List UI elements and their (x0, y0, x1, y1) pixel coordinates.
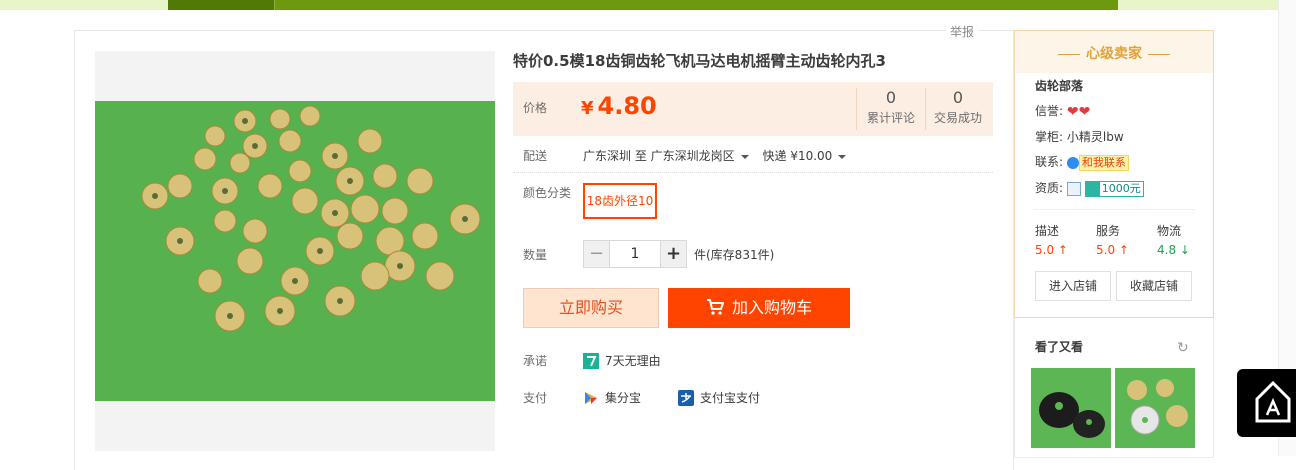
credit-label: 信誉: (1035, 104, 1064, 118)
promise-text: 7天无理由 (605, 354, 661, 368)
qualification-row: 资质: 1000元 (1035, 179, 1144, 197)
price-label: 价格 (523, 101, 548, 115)
shop-name[interactable]: 齿轮部落 (1035, 77, 1083, 94)
shipping-label: 配送 (523, 149, 548, 163)
review-count-number: 0 (885, 88, 897, 107)
seller-card: 心级卖家 齿轮部落 信誉: ❤❤ 掌柜: 小精灵lbw 联系: 和我联系 资质:… (1014, 30, 1214, 318)
report-link[interactable]: 举报 (946, 23, 979, 40)
ship-to-select[interactable]: 广东深圳龙岗区 (651, 149, 759, 163)
sku-option-selected[interactable]: 18齿外径10 (583, 183, 657, 219)
chevron-down-icon (740, 154, 749, 159)
pay-method-name: 支付宝支付 (700, 391, 761, 405)
score-value: 5.0 ↑ (1096, 243, 1129, 257)
arrow-down-icon: ↓ (1179, 243, 1190, 257)
enter-shop-button[interactable]: 进入店铺 (1035, 271, 1111, 301)
buy-now-button[interactable]: 立即购买 (523, 288, 659, 328)
sales-count-number: 0 (952, 88, 964, 107)
ship-to-text: 广东深圳龙岗区 (650, 149, 735, 163)
add-to-cart-button[interactable]: 加入购物车 (668, 288, 850, 328)
favorite-shop-button[interactable]: 收藏店铺 (1116, 271, 1192, 301)
quantity-label: 数量 (523, 248, 548, 262)
ship-fee-text: 快递 ¥10.00 (762, 149, 833, 163)
sales-count[interactable]: 0 交易成功 (924, 88, 992, 126)
seller-level-text: 心级卖家 (1086, 46, 1142, 62)
jifenbao-icon (585, 391, 597, 404)
seller-divider (1035, 209, 1195, 210)
score-logistics: 物流 4.8 ↓ (1157, 222, 1207, 257)
qualification-label: 资质: (1035, 181, 1064, 195)
heart-icon: ❤ (1066, 103, 1079, 120)
heart-icon: ❤ (1078, 103, 1091, 120)
nav-active-tab[interactable] (168, 0, 274, 10)
add-to-cart-label: 加入购物车 (731, 298, 812, 317)
quantity-input[interactable]: 1 (611, 241, 659, 267)
seller-header: 心级卖家 (1015, 31, 1213, 73)
pay-method-alipay[interactable]: 支付宝支付 (678, 389, 760, 406)
score-description: 描述 5.0 ↑ (1035, 222, 1085, 257)
arrow-up-icon: ↑ (1057, 243, 1068, 257)
ship-from: 广东深圳 至 (583, 149, 647, 163)
sales-count-label: 交易成功 (933, 111, 982, 125)
currency-symbol: ¥ (581, 98, 594, 119)
quantity-increase-button[interactable]: + (660, 241, 686, 267)
score-label: 服务 (1096, 224, 1121, 238)
keeper-name[interactable]: 小精灵lbw (1067, 130, 1124, 144)
score-label: 物流 (1157, 224, 1182, 238)
related-thumb-image (1115, 368, 1195, 448)
color-label: 颜色分类 (523, 186, 572, 200)
price-panel: 价格 ¥4.80 0 累计评论 0 交易成功 (513, 82, 993, 136)
pay-method-jifenbao[interactable]: 集分宝 (583, 389, 641, 406)
quantity-stepper: − 1 + (583, 240, 687, 268)
price-amount: 4.80 (597, 92, 657, 120)
quantity-decrease-button[interactable]: − (584, 241, 610, 267)
deposit-icon (1085, 181, 1100, 196)
arrow-up-icon: ↑ (1118, 243, 1129, 257)
id-verified-icon[interactable] (1066, 181, 1081, 196)
product-title: 特价0.5模18齿铜齿轮飞机马达电机摇臂主动齿轮内孔3 (513, 52, 886, 70)
stock-info: 件(库存831件) (694, 248, 775, 262)
keeper-label: 掌柜: (1035, 130, 1064, 144)
score-service: 服务 5.0 ↑ (1096, 222, 1146, 257)
promise-7day[interactable]: 7天无理由 (583, 352, 661, 369)
related-item-thumb[interactable] (1031, 368, 1111, 448)
deposit-amount: 1000元 (1101, 181, 1141, 195)
top-nav-bar (0, 0, 1296, 10)
keeper-row: 掌柜: 小精灵lbw (1035, 128, 1124, 145)
related-title: 看了又看 (1035, 340, 1084, 354)
score-value: 5.0 ↑ (1035, 243, 1068, 257)
review-count-label: 累计评论 (866, 111, 915, 125)
credit-row: 信誉: ❤❤ (1035, 102, 1090, 120)
seller-level: 心级卖家 (1015, 43, 1213, 63)
gear-photo-illustration (95, 101, 495, 401)
score-value: 4.8 ↓ (1157, 243, 1190, 257)
chevron-down-icon (838, 154, 847, 159)
deposit-badge[interactable]: 1000元 (1084, 180, 1144, 197)
contact-row: 联系: 和我联系 (1035, 153, 1129, 171)
nav-green-strip (168, 0, 1118, 10)
nav-separator (274, 0, 275, 10)
alipay-icon (678, 389, 694, 406)
pay-method-name: 集分宝 (605, 391, 642, 405)
wangwang-icon (1066, 156, 1079, 169)
price-value: ¥4.80 (581, 92, 657, 120)
section-divider (513, 172, 993, 173)
payment-label: 支付 (523, 391, 548, 405)
score-label: 描述 (1035, 224, 1060, 238)
related-item-thumb[interactable] (1115, 368, 1195, 448)
promise-label: 承诺 (523, 354, 548, 368)
review-count[interactable]: 0 累计评论 (857, 88, 925, 126)
related-thumb-image (1031, 368, 1111, 448)
refresh-icon[interactable]: ↻ (1177, 340, 1189, 356)
ship-fee-select[interactable]: 快递 ¥10.00 (763, 149, 857, 163)
related-panel: 看了又看 ↻ (1014, 318, 1214, 458)
contact-seller-button[interactable]: 和我联系 (1078, 154, 1129, 171)
widget-logo-icon (1255, 380, 1291, 423)
product-photo[interactable] (95, 101, 495, 401)
floating-widget[interactable] (1237, 369, 1296, 437)
shipping-row: 广东深圳 至 广东深圳龙岗区 快递 ¥10.00 (583, 147, 856, 164)
cart-icon (706, 299, 724, 315)
contact-label: 联系: (1035, 155, 1064, 169)
seven-day-return-icon (583, 352, 599, 369)
